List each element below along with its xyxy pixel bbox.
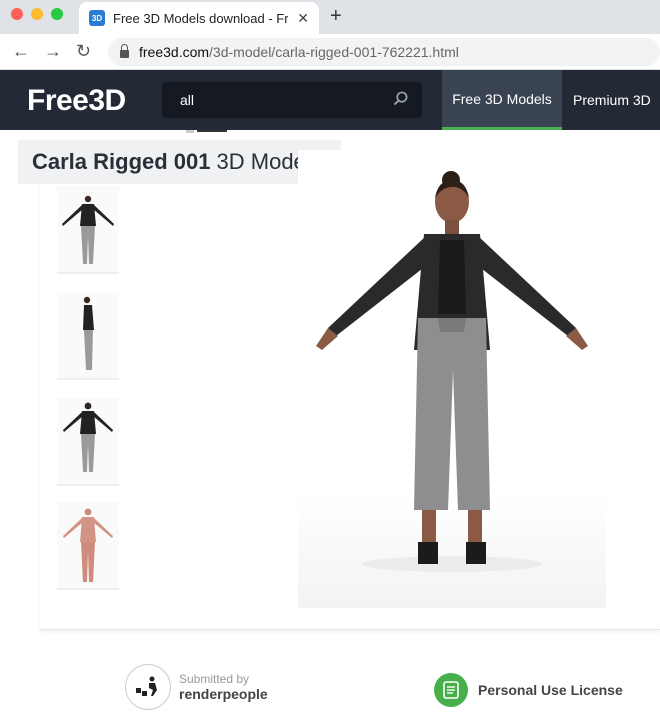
site-logo[interactable]: Free3D (27, 84, 126, 118)
browser-chrome: 3D Free 3D Models download - Free3D ✕ + … (0, 0, 660, 70)
thumbnail-back[interactable] (57, 398, 119, 486)
tab-close-icon[interactable]: ✕ (297, 10, 309, 27)
tab-title: Free 3D Models download - Free3D (113, 10, 288, 26)
figure-back-image (63, 402, 113, 472)
browser-tab[interactable]: 3D Free 3D Models download - Free3D ✕ (79, 2, 319, 34)
author-name[interactable]: renderpeople (179, 686, 268, 702)
new-tab-icon[interactable]: + (330, 5, 342, 28)
favicon-icon: 3D (89, 10, 105, 26)
address-bar[interactable]: free3d.com/3d-model/carla-rigged-001-762… (108, 38, 660, 66)
nav-premium-3d[interactable]: Premium 3D (563, 70, 660, 130)
minimize-window-button[interactable] (31, 8, 43, 20)
nav-free-3d-models[interactable]: Free 3D Models (442, 70, 562, 130)
model-suffix: 3D Model (216, 149, 311, 174)
figure-untextured-image (63, 508, 113, 582)
model-preview[interactable] (298, 150, 606, 608)
search-value: all (180, 92, 195, 108)
site-header: Free3D all Free 3D Models Premium 3D (0, 70, 660, 130)
divider (197, 130, 227, 132)
renderpeople-logo (125, 664, 171, 710)
url-text: free3d.com/3d-model/carla-rigged-001-762… (139, 44, 459, 60)
license-icon (434, 673, 468, 707)
browser-toolbar: ← → ↻ free3d.com/3d-model/carla-rigged-0… (0, 34, 660, 70)
license-label: Personal Use License (478, 682, 623, 698)
figure-front-image (62, 195, 114, 264)
model-name: Carla Rigged 001 (32, 149, 211, 174)
tab-bar: 3D Free 3D Models download - Free3D ✕ + (0, 0, 660, 34)
maximize-window-button[interactable] (51, 8, 63, 20)
license[interactable]: Personal Use License (434, 673, 623, 707)
submitter[interactable]: Submitted by renderpeople (125, 664, 268, 710)
submitted-by-label: Submitted by (179, 672, 250, 686)
page-title: Carla Rigged 001 3D Model (18, 140, 341, 184)
reload-icon[interactable]: ↻ (76, 41, 91, 62)
model-preview-image (316, 171, 588, 572)
back-icon[interactable]: ← (12, 41, 30, 62)
search-icon[interactable] (393, 91, 408, 106)
figure-side-image (83, 296, 94, 370)
close-window-button[interactable] (11, 8, 23, 20)
search-input[interactable]: all (162, 82, 422, 118)
thumbnail-untextured[interactable] (57, 502, 119, 590)
lock-icon (120, 44, 129, 58)
forward-icon[interactable]: → (44, 41, 62, 62)
divider (186, 130, 194, 133)
thumbnail-front[interactable] (57, 186, 119, 274)
thumbnail-side[interactable] (57, 292, 119, 380)
